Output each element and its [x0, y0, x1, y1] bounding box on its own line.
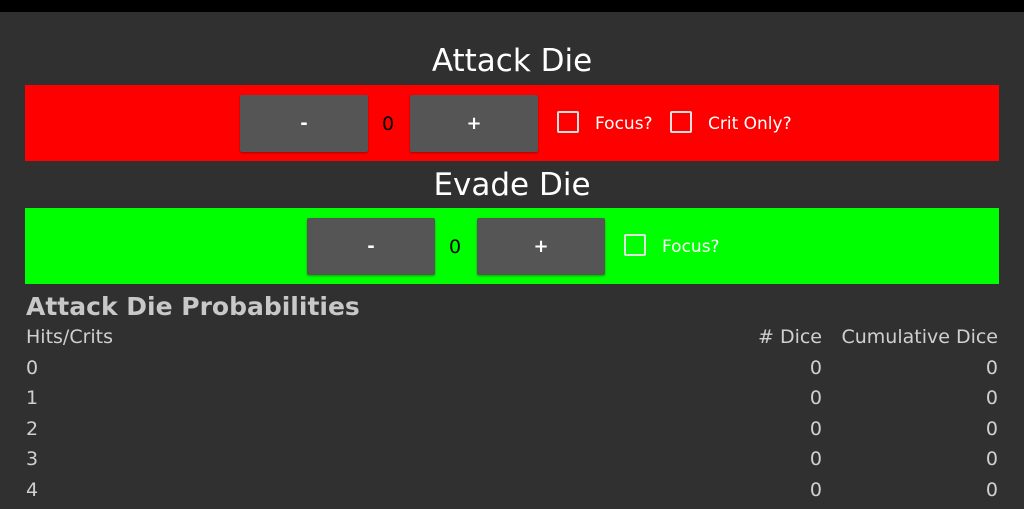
table-row: 2 0 0 [26, 418, 998, 449]
attack-focus-checkbox[interactable] [557, 111, 579, 133]
evade-minus-button[interactable]: - [307, 218, 435, 275]
status-bar [0, 0, 1024, 12]
attack-crit-only-checkbox[interactable] [670, 111, 692, 133]
probabilities-table: Hits/Crits # Dice Cumulative Dice 0 0 0 … [26, 326, 998, 509]
probabilities-title: Attack Die Probabilities [26, 292, 360, 321]
hits-value: 3 [26, 448, 38, 470]
evade-focus-checkbox[interactable] [624, 234, 646, 256]
attack-die-panel: - 0 + Focus? Crit Only? [25, 85, 999, 161]
evade-die-panel: - 0 + Focus? [25, 208, 999, 284]
cumulative-value: 0 [986, 357, 998, 379]
table-header-row: Hits/Crits # Dice Cumulative Dice [26, 326, 998, 357]
dice-value: 0 [810, 448, 822, 470]
header-hits-crits: Hits/Crits [26, 326, 113, 348]
hits-value: 0 [26, 357, 38, 379]
evade-plus-button[interactable]: + [477, 218, 605, 275]
hits-value: 4 [26, 479, 38, 501]
header-cumulative-dice: Cumulative Dice [841, 326, 998, 348]
evade-count: 0 [449, 236, 461, 258]
evade-die-title: Evade Die [0, 170, 1024, 201]
header-num-dice: # Dice [758, 326, 822, 348]
cumulative-value: 0 [986, 418, 998, 440]
evade-focus-label: Focus? [662, 237, 720, 257]
attack-die-title: Attack Die [0, 46, 1024, 77]
table-row: 0 0 0 [26, 357, 998, 388]
table-row: 3 0 0 [26, 448, 998, 479]
dice-value: 0 [810, 479, 822, 501]
attack-plus-button[interactable]: + [410, 95, 538, 152]
hits-value: 1 [26, 387, 38, 409]
attack-count: 0 [382, 113, 394, 135]
attack-focus-label: Focus? [595, 114, 653, 134]
attack-minus-button[interactable]: - [240, 95, 368, 152]
cumulative-value: 0 [986, 387, 998, 409]
hits-value: 2 [26, 418, 38, 440]
table-row: 1 0 0 [26, 387, 998, 418]
dice-value: 0 [810, 387, 822, 409]
attack-crit-only-label: Crit Only? [708, 114, 792, 134]
table-row: 4 0 0 [26, 479, 998, 509]
dice-value: 0 [810, 357, 822, 379]
cumulative-value: 0 [986, 448, 998, 470]
cumulative-value: 0 [986, 479, 998, 501]
dice-value: 0 [810, 418, 822, 440]
